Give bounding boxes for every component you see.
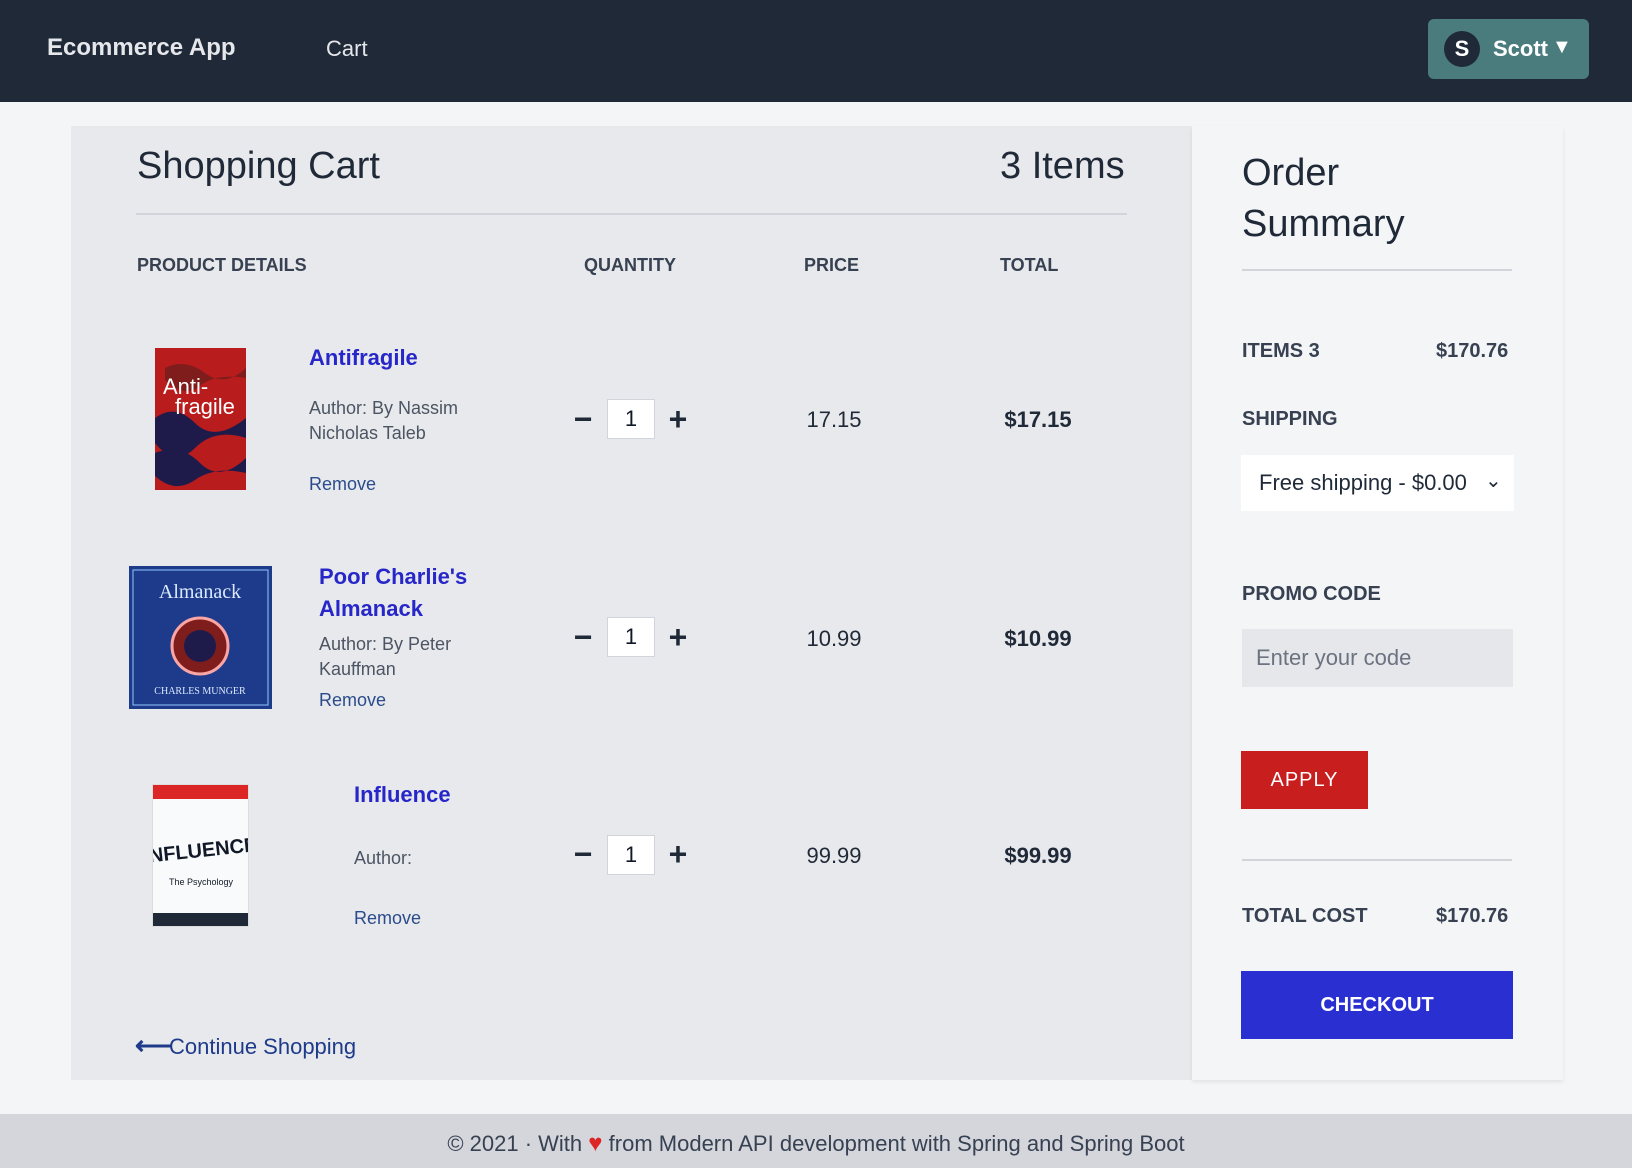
product-author: Author:	[354, 848, 413, 868]
user-name: Scott	[1493, 36, 1548, 61]
product-author: Author: By Peter Kauffman	[319, 634, 452, 679]
decrease-quantity-button[interactable]: −	[569, 621, 597, 653]
divider	[1242, 269, 1512, 271]
footer-text: © 2021 · With ♥ from Modern API developm…	[0, 1130, 1632, 1158]
decrease-quantity-button[interactable]: −	[569, 838, 597, 870]
checkout-button[interactable]: CHECKOUT	[1241, 971, 1513, 1039]
column-header-price: PRICE	[804, 255, 860, 275]
top-navbar: Ecommerce App Cart S Scott ▼	[0, 0, 1632, 102]
quantity-input[interactable]: 1	[607, 617, 655, 657]
footer: © 2021 · With ♥ from Modern API developm…	[0, 1114, 1632, 1168]
remove-link[interactable]: Remove	[319, 690, 386, 711]
items-subtotal: $170.76	[1436, 340, 1509, 362]
shipping-label: SHIPPING	[1242, 408, 1338, 430]
increase-quantity-button[interactable]: +	[664, 838, 692, 870]
brand-link[interactable]: Ecommerce App	[47, 34, 236, 62]
column-header-total: TOTAL	[1000, 255, 1059, 275]
decrease-quantity-button[interactable]: −	[569, 403, 597, 435]
increase-quantity-button[interactable]: +	[664, 403, 692, 435]
product-name-link[interactable]: Poor Charlie's Almanack	[319, 561, 519, 625]
item-total: $10.99	[1004, 626, 1072, 651]
footer-prefix: © 2021 · With	[447, 1131, 583, 1156]
nav-cart-link[interactable]: Cart	[326, 36, 368, 62]
heart-icon: ♥	[588, 1130, 603, 1157]
items-count-label: ITEMS 3	[1242, 340, 1320, 362]
item-price: 17.15	[806, 407, 862, 432]
promo-code-input[interactable]	[1242, 629, 1513, 687]
apply-promo-button[interactable]: APPLY	[1241, 751, 1368, 809]
book-cover-image: Anti- fragile	[155, 348, 246, 490]
item-price: 99.99	[806, 843, 862, 868]
remove-link[interactable]: Remove	[354, 908, 421, 929]
increase-quantity-button[interactable]: +	[664, 621, 692, 653]
total-cost-label: TOTAL COST	[1242, 905, 1368, 927]
arrow-left-icon: ⟵	[135, 1030, 173, 1060]
svg-text:CHARLES MUNGER: CHARLES MUNGER	[154, 686, 246, 697]
chevron-down-icon: ⌄	[1485, 470, 1502, 492]
column-header-quantity: QUANTITY	[584, 255, 676, 275]
svg-text:The Psychology: The Psychology	[169, 877, 234, 887]
shipping-select[interactable]: Free shipping - $0.00 ⌄	[1241, 455, 1514, 511]
book-cover-image: INFLUENCE The Psychology	[152, 784, 249, 927]
svg-text:Almanack: Almanack	[159, 581, 241, 603]
continue-shopping-label: Continue Shopping	[169, 1034, 357, 1059]
product-name-link[interactable]: Antifragile	[309, 342, 509, 374]
item-total: $17.15	[1004, 407, 1072, 432]
user-menu-button[interactable]: S Scott ▼	[1428, 19, 1589, 79]
total-cost-value: $170.76	[1436, 905, 1509, 927]
caret-down-icon: ▼	[1552, 36, 1572, 58]
product-author: Author: By Nassim Nicholas Taleb	[309, 398, 459, 443]
cart-item-count: 3 Items	[1000, 145, 1125, 187]
order-summary-title: Order Summary	[1242, 152, 1405, 245]
quantity-input[interactable]: 1	[607, 399, 655, 439]
divider	[1242, 859, 1512, 861]
page-title: Shopping Cart	[137, 145, 380, 187]
divider	[136, 213, 1127, 215]
footer-suffix: from Modern API development with Spring …	[608, 1131, 1185, 1156]
item-total: $99.99	[1004, 843, 1072, 868]
shipping-selected-value: Free shipping - $0.00	[1259, 470, 1467, 495]
product-name-link[interactable]: Influence	[354, 779, 554, 811]
continue-shopping-link[interactable]: ⟵Continue Shopping	[135, 1030, 356, 1061]
remove-link[interactable]: Remove	[309, 474, 376, 495]
promo-code-label: PROMO CODE	[1242, 583, 1381, 605]
book-cover-image: Almanack CHARLES MUNGER	[129, 566, 272, 709]
column-header-product: PRODUCT DETAILS	[137, 255, 307, 275]
svg-text:fragile: fragile	[175, 394, 235, 419]
item-price: 10.99	[806, 626, 862, 651]
quantity-input[interactable]: 1	[607, 835, 655, 875]
avatar: S	[1444, 31, 1480, 67]
